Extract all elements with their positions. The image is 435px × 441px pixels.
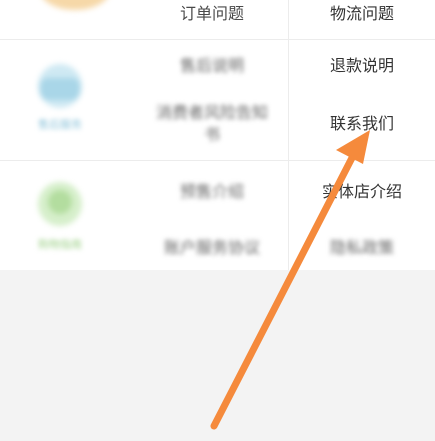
annotation-arrow — [210, 130, 370, 430]
